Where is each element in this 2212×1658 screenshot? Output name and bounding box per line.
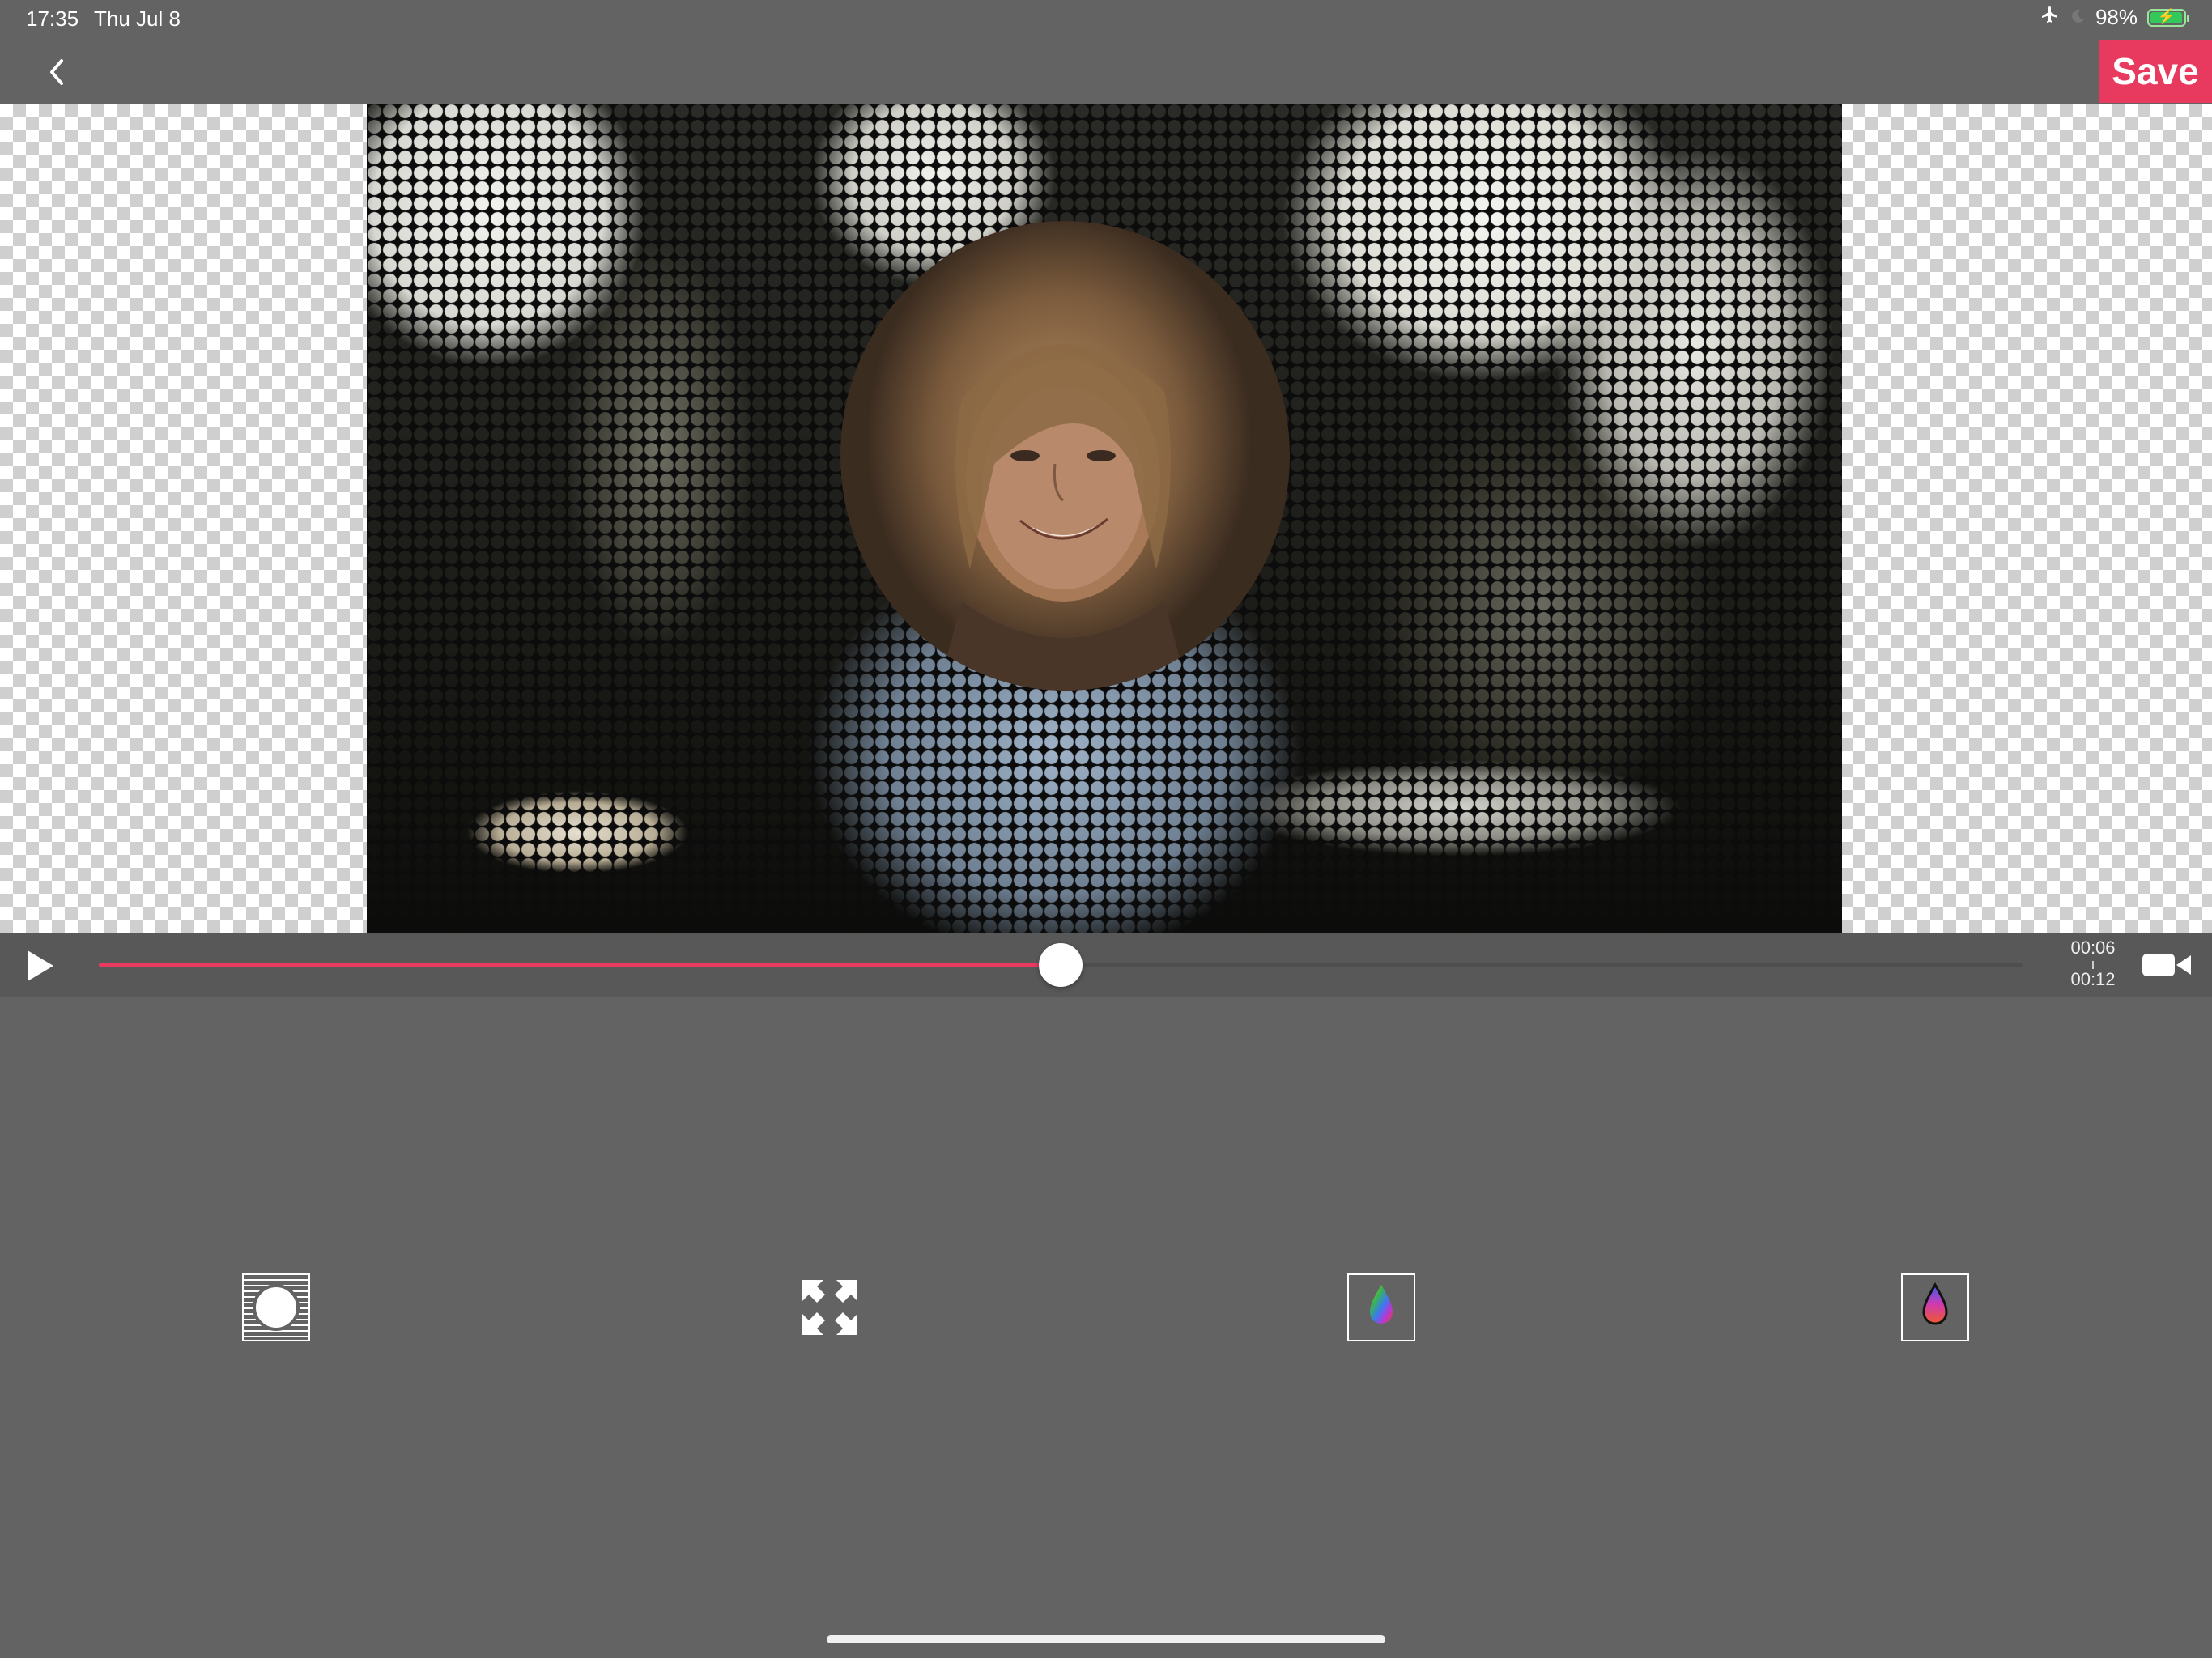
status-date: Thu Jul 8 xyxy=(94,6,181,31)
status-bar: 17:35 Thu Jul 8 98% ⚡ xyxy=(0,0,2212,39)
battery-charging-icon: ⚡ xyxy=(2147,7,2189,27)
chevron-left-icon xyxy=(50,59,63,85)
video-camera-button[interactable] xyxy=(2139,949,2194,981)
current-time: 00:06 xyxy=(2070,937,2116,958)
airplane-mode-icon xyxy=(2040,5,2060,30)
play-icon xyxy=(28,950,53,981)
rainbow-drop-icon xyxy=(1347,1273,1415,1341)
play-button[interactable] xyxy=(21,947,58,984)
portrait-circle-mask[interactable] xyxy=(840,221,1290,691)
expand-arrows-icon xyxy=(802,1280,857,1335)
time-divider xyxy=(2092,961,2094,969)
striped-circle-icon xyxy=(242,1273,310,1341)
timeline-scrubber[interactable] xyxy=(99,943,2023,987)
scrubber-progress xyxy=(99,963,1061,967)
playback-bar: 00:06 00:12 xyxy=(0,933,2212,997)
gradient-drop-icon xyxy=(1901,1273,1969,1341)
video-preview[interactable] xyxy=(367,104,1842,933)
video-camera-icon xyxy=(2142,954,2191,976)
status-time: 17:35 xyxy=(26,6,79,31)
circle-pattern-tool[interactable] xyxy=(242,1273,310,1341)
save-button[interactable]: Save xyxy=(2099,40,2212,103)
do-not-disturb-moon-icon xyxy=(2069,5,2086,30)
scrubber-thumb[interactable] xyxy=(1039,943,1083,987)
editor-canvas[interactable] xyxy=(0,104,2212,933)
color-tool-a[interactable] xyxy=(1347,1273,1415,1341)
status-indicators: 98% ⚡ xyxy=(2040,5,2189,30)
portrait-face xyxy=(938,344,1189,691)
color-tool-b[interactable] xyxy=(1901,1273,1969,1341)
expand-tool[interactable] xyxy=(796,1273,864,1341)
home-indicator[interactable] xyxy=(827,1635,1385,1643)
battery-percent: 98% xyxy=(2095,5,2138,29)
charging-bolt-icon: ⚡ xyxy=(2157,7,2176,24)
back-button[interactable] xyxy=(40,50,76,94)
total-time: 00:12 xyxy=(2070,969,2116,989)
